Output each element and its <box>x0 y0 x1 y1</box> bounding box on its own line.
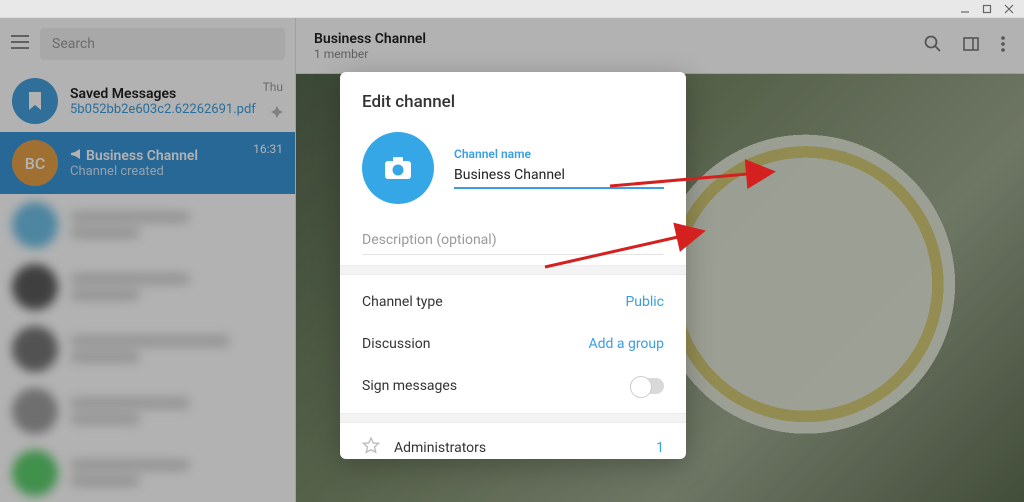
window-titlebar <box>0 0 1024 18</box>
channel-type-value: Public <box>625 294 664 310</box>
camera-icon <box>383 155 413 181</box>
discussion-value: Add a group <box>588 336 664 352</box>
edit-channel-modal: Edit channel Channel name Description (o… <box>340 72 686 459</box>
set-photo-button[interactable] <box>362 132 434 204</box>
administrators-row[interactable]: Administrators 1 <box>340 423 686 459</box>
discussion-row[interactable]: Discussion Add a group <box>362 323 664 365</box>
divider <box>340 265 686 275</box>
channel-name-label: Channel name <box>454 147 664 161</box>
description-label: Description (optional) <box>362 232 664 255</box>
divider <box>340 413 686 423</box>
sign-messages-label: Sign messages <box>362 378 457 394</box>
sign-messages-row: Sign messages <box>362 365 664 407</box>
modal-title: Edit channel <box>362 92 664 112</box>
channel-type-label: Channel type <box>362 294 443 310</box>
description-field[interactable]: Description (optional) <box>362 232 664 255</box>
app-window: Search Saved Messages 5b052bb2e603c2.622… <box>0 0 1024 502</box>
discussion-label: Discussion <box>362 336 430 352</box>
administrators-label: Administrators <box>394 440 486 456</box>
channel-type-row[interactable]: Channel type Public <box>362 281 664 323</box>
administrators-count: 1 <box>656 440 664 456</box>
minimize-icon[interactable] <box>960 4 970 14</box>
channel-name-input[interactable] <box>454 163 664 189</box>
star-icon <box>362 437 380 459</box>
maximize-icon[interactable] <box>982 4 992 14</box>
close-icon[interactable] <box>1004 4 1014 14</box>
sign-messages-toggle[interactable] <box>630 378 664 394</box>
